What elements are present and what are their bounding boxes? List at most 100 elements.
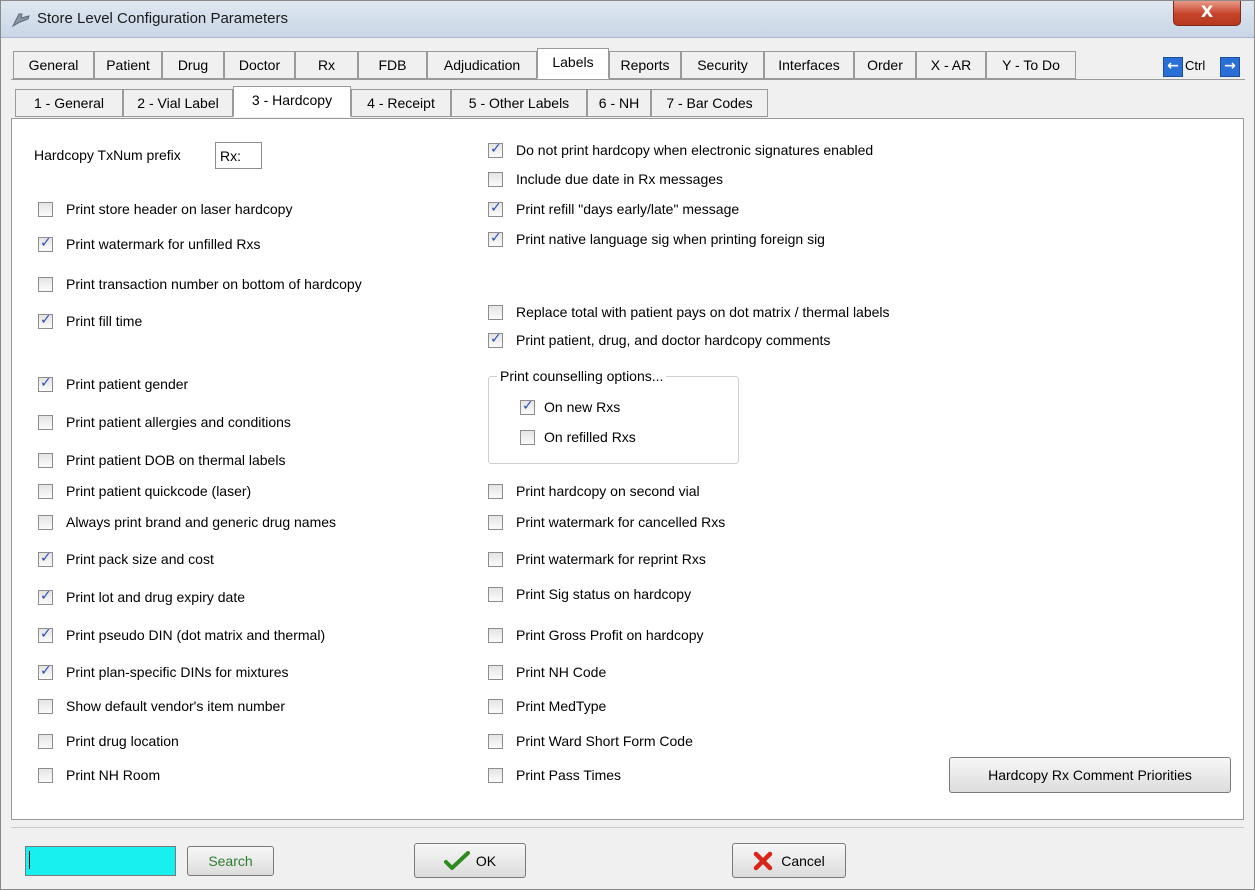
checkbox[interactable]: [38, 483, 53, 499]
checkbox[interactable]: [520, 398, 535, 415]
tab-label: Adjudication: [443, 57, 521, 73]
option-nh-room[interactable]: Print NH Room: [38, 767, 160, 783]
checkbox[interactable]: [488, 230, 503, 247]
tab-label: Y - To Do: [1002, 57, 1060, 73]
tab-doctor[interactable]: Doctor: [224, 51, 295, 79]
option-watermark-unfilled[interactable]: Print watermark for unfilled Rxs: [38, 235, 261, 252]
checkbox[interactable]: [38, 698, 53, 714]
subtab-other-labels[interactable]: 5 - Other Labels: [451, 89, 587, 117]
left-arrow-icon[interactable]: ←: [1163, 57, 1183, 77]
option-fill-time[interactable]: Print fill time: [38, 312, 142, 329]
option-nh-code[interactable]: Print NH Code: [488, 664, 606, 680]
option-plan-dins[interactable]: Print plan-specific DINs for mixtures: [38, 663, 289, 680]
option-allergies[interactable]: Print patient allergies and conditions: [38, 414, 291, 430]
checkbox[interactable]: [38, 733, 53, 749]
option-label: Print NH Code: [516, 664, 607, 680]
checkbox[interactable]: [488, 664, 503, 680]
tab-security[interactable]: Security: [681, 51, 764, 79]
tab-order[interactable]: Order: [854, 51, 916, 79]
checkbox[interactable]: [38, 375, 53, 392]
option-store-header[interactable]: Print store header on laser hardcopy: [38, 201, 292, 217]
checkbox[interactable]: [38, 235, 53, 252]
option-watermark-cancelled[interactable]: Print watermark for cancelled Rxs: [488, 514, 725, 530]
checkbox[interactable]: [488, 586, 503, 602]
option-counsel-new[interactable]: On new Rxs: [520, 398, 620, 415]
search-input[interactable]: [25, 846, 176, 876]
subtab-bar-codes[interactable]: 7 - Bar Codes: [651, 89, 768, 117]
option-patient-gender[interactable]: Print patient gender: [38, 375, 188, 392]
option-counsel-refilled[interactable]: On refilled Rxs: [520, 429, 636, 445]
tab-labels[interactable]: Labels: [537, 48, 609, 79]
comment-priorities-button[interactable]: Hardcopy Rx Comment Priorities: [949, 757, 1231, 793]
right-arrow-icon[interactable]: →: [1220, 57, 1240, 77]
option-pseudo-din[interactable]: Print pseudo DIN (dot matrix and thermal…: [38, 626, 325, 643]
tab-interfaces[interactable]: Interfaces: [764, 51, 854, 79]
close-icon: X: [1200, 2, 1214, 21]
checkbox[interactable]: [38, 414, 53, 430]
cancel-button[interactable]: Cancel: [732, 843, 846, 878]
checkbox[interactable]: [38, 626, 53, 643]
checkbox[interactable]: [488, 200, 503, 217]
option-due-date[interactable]: Include due date in Rx messages: [488, 171, 723, 187]
search-button[interactable]: Search: [187, 846, 274, 876]
subtab-receipt[interactable]: 4 - Receipt: [351, 89, 451, 117]
option-sig-status[interactable]: Print Sig status on hardcopy: [488, 586, 691, 602]
ok-button[interactable]: OK: [414, 843, 526, 878]
option-quickcode[interactable]: Print patient quickcode (laser): [38, 483, 251, 499]
checkbox[interactable]: [488, 698, 503, 714]
checkbox[interactable]: [488, 304, 503, 320]
subtab-general[interactable]: 1 - General: [15, 89, 123, 117]
subtab-nh[interactable]: 6 - NH: [587, 89, 651, 117]
checkbox[interactable]: [488, 483, 503, 499]
option-no-print-esig[interactable]: Do not print hardcopy when electronic si…: [488, 141, 873, 158]
option-ward-code[interactable]: Print Ward Short Form Code: [488, 733, 693, 749]
option-vendor-item[interactable]: Show default vendor's item number: [38, 698, 285, 714]
option-watermark-reprint[interactable]: Print watermark for reprint Rxs: [488, 551, 706, 567]
checkbox[interactable]: [488, 733, 503, 749]
option-patient-dob[interactable]: Print patient DOB on thermal labels: [38, 452, 285, 468]
option-medtype[interactable]: Print MedType: [488, 698, 606, 714]
tab-fdb[interactable]: FDB: [358, 51, 427, 79]
tab-adjudication[interactable]: Adjudication: [427, 51, 537, 79]
tab-reports[interactable]: Reports: [609, 51, 681, 79]
option-pass-times[interactable]: Print Pass Times: [488, 767, 621, 783]
prefix-input[interactable]: [215, 142, 262, 169]
tab-y-todo[interactable]: Y - To Do: [986, 51, 1076, 79]
checkbox[interactable]: [38, 550, 53, 567]
checkbox[interactable]: [488, 551, 503, 567]
option-refill-days[interactable]: Print refill "days early/late" message: [488, 200, 739, 217]
option-pack-size[interactable]: Print pack size and cost: [38, 550, 214, 567]
tab-x-ar[interactable]: X - AR: [916, 51, 986, 79]
option-gross-profit[interactable]: Print Gross Profit on hardcopy: [488, 627, 704, 643]
checkbox[interactable]: [38, 276, 53, 292]
checkbox[interactable]: [488, 767, 503, 783]
close-button[interactable]: X: [1173, 1, 1241, 26]
tab-rx[interactable]: Rx: [295, 51, 358, 79]
checkbox[interactable]: [38, 767, 53, 783]
subtab-hardcopy[interactable]: 3 - Hardcopy: [233, 86, 351, 117]
checkbox[interactable]: [488, 171, 503, 187]
checkbox[interactable]: [38, 452, 53, 468]
checkbox[interactable]: [38, 201, 53, 217]
tab-general[interactable]: General: [13, 51, 94, 79]
checkbox[interactable]: [488, 331, 503, 348]
checkbox[interactable]: [488, 627, 503, 643]
option-native-language-sig[interactable]: Print native language sig when printing …: [488, 230, 825, 247]
checkbox[interactable]: [38, 514, 53, 530]
option-second-vial[interactable]: Print hardcopy on second vial: [488, 483, 700, 499]
tab-patient[interactable]: Patient: [94, 51, 162, 79]
checkbox[interactable]: [488, 514, 503, 530]
option-hardcopy-comments[interactable]: Print patient, drug, and doctor hardcopy…: [488, 331, 830, 348]
option-brand-generic[interactable]: Always print brand and generic drug name…: [38, 514, 336, 530]
option-lot-expiry[interactable]: Print lot and drug expiry date: [38, 588, 245, 605]
checkbox[interactable]: [520, 429, 535, 445]
option-transaction-number[interactable]: Print transaction number on bottom of ha…: [38, 276, 362, 292]
option-drug-location[interactable]: Print drug location: [38, 733, 179, 749]
checkbox[interactable]: [38, 588, 53, 605]
checkbox[interactable]: [38, 663, 53, 680]
checkbox[interactable]: [38, 312, 53, 329]
checkbox[interactable]: [488, 141, 503, 158]
option-replace-total[interactable]: Replace total with patient pays on dot m…: [488, 304, 890, 320]
tab-drug[interactable]: Drug: [162, 51, 224, 79]
subtab-vial-label[interactable]: 2 - Vial Label: [123, 89, 233, 117]
